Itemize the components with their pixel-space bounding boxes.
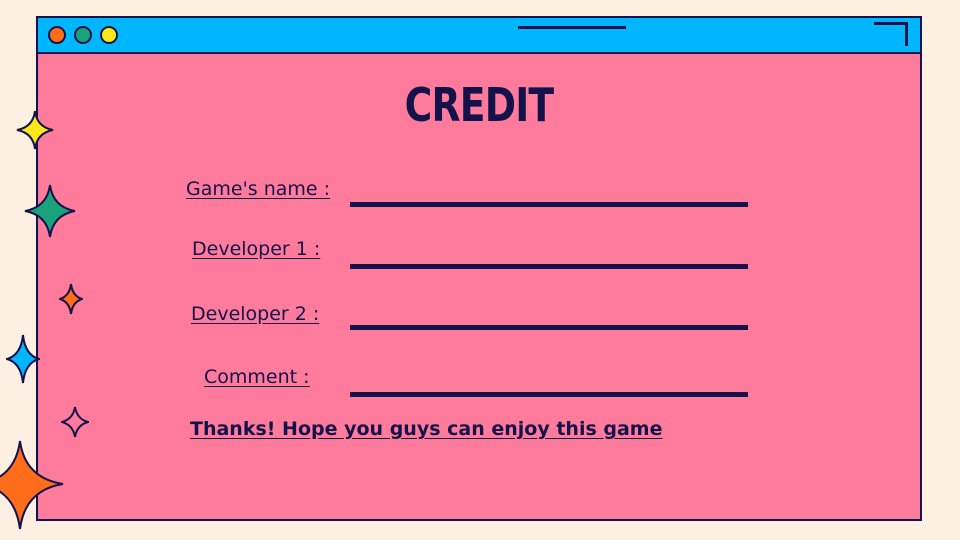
field-label-comment: Comment : (204, 366, 310, 388)
thanks-message: Thanks! Hope you guys can enjoy this gam… (190, 418, 663, 440)
field-label-game-name: Game's name : (186, 178, 331, 200)
comment-field[interactable] (350, 392, 748, 397)
corner-bracket-icon (874, 22, 908, 46)
close-dot-icon[interactable] (48, 26, 66, 44)
minimize-dot-icon[interactable] (74, 26, 92, 44)
sparkle-icon (6, 334, 40, 384)
game-name-field[interactable] (350, 202, 748, 207)
window-titlebar (38, 18, 920, 54)
field-label-developer-2: Developer 2 : (191, 303, 320, 325)
page-title: CREDIT (404, 78, 554, 132)
sparkle-icon (24, 184, 76, 238)
field-label-developer-1: Developer 1 : (192, 238, 321, 260)
titlebar-line (518, 26, 626, 29)
credit-window: CREDIT Game's name : Developer 1 : Devel… (36, 16, 922, 521)
sparkle-outline-icon (61, 406, 89, 438)
sparkle-icon (16, 110, 54, 150)
developer-1-field[interactable] (350, 264, 748, 269)
sparkle-icon (0, 440, 64, 530)
sparkle-icon (59, 283, 83, 315)
developer-2-field[interactable] (350, 325, 748, 330)
maximize-dot-icon[interactable] (100, 26, 118, 44)
